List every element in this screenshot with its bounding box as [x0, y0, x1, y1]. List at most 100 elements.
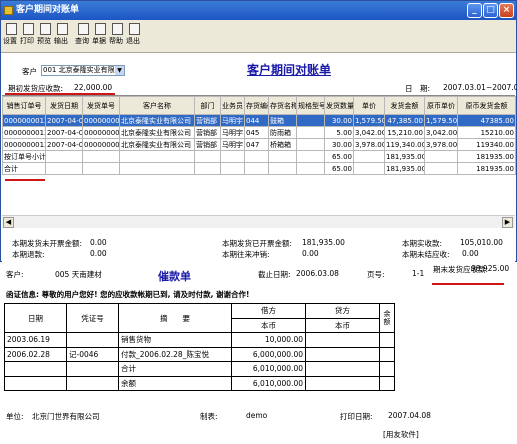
summary-value: 0.00: [302, 249, 319, 258]
cell: 0000000012: [2, 138, 46, 151]
help-button[interactable]: 帮助: [109, 22, 125, 51]
cell: [66, 332, 119, 348]
horizontal-scrollbar[interactable]: ◀ ▶: [2, 215, 515, 228]
cell: 5.00: [324, 126, 354, 139]
cell: 181,935.00: [384, 150, 425, 163]
query-button[interactable]: 查询: [75, 22, 91, 51]
table-row[interactable]: 0000000012 2007-04-05 0000000011 北京泰隆实业有…: [2, 114, 516, 127]
print-button[interactable]: 打印: [20, 22, 36, 51]
col-header[interactable]: 发货日期: [45, 96, 83, 115]
minimize-button[interactable]: _: [467, 3, 482, 18]
cell: 鼓箱: [268, 114, 297, 127]
data-grid[interactable]: 销售订单号 发货日期 发货单号 客户名称 部门 业务员 存货编码 存货名称 规格…: [2, 95, 516, 215]
col-header[interactable]: 单价: [353, 96, 385, 115]
col-header[interactable]: 发货单号: [82, 96, 120, 115]
cell: 营销部: [194, 126, 221, 139]
setup-button[interactable]: 设置: [3, 22, 19, 51]
cell: 0000000012: [2, 126, 46, 139]
export-button[interactable]: 输出: [54, 22, 70, 51]
close-button[interactable]: ×: [499, 3, 514, 18]
cell: 1,579.50: [353, 114, 385, 127]
cell: 047: [244, 138, 269, 151]
cell: [268, 162, 297, 175]
maker-label: 制表:: [200, 412, 218, 421]
paper-row: 2006.02.28 记-0046 付款_2006.02.28_陈宝悦 6,00…: [4, 346, 395, 362]
scroll-left-icon[interactable]: ◀: [3, 217, 14, 228]
col-header[interactable]: 存货编码: [244, 96, 269, 115]
cell: [379, 346, 395, 362]
cell: 3,978.00: [353, 138, 385, 151]
col-header[interactable]: 原币发货金额: [457, 96, 516, 115]
col-header[interactable]: 发货金额: [384, 96, 425, 115]
cell: [66, 375, 119, 391]
cell: 65.00: [324, 150, 354, 163]
date-range-value: 2007.03.01~2007.05.31: [443, 83, 517, 92]
red-underline-closing: [432, 283, 504, 285]
paper-customer-value: 005 天南建材: [55, 270, 102, 279]
cell: [379, 332, 395, 348]
cell: 营销部: [194, 138, 221, 151]
report-window: 客户期间对账单 _ □ × 设置 打印 预览 输出 查询 单据 帮助 退出 客户…: [0, 0, 517, 274]
help-icon: [111, 23, 123, 35]
maximize-button[interactable]: □: [483, 3, 498, 18]
subtotal-row[interactable]: 按订单号小计 65.00 181,935.00 181935.00: [2, 150, 516, 163]
summary-label: 本期实收款:: [402, 239, 443, 248]
summary-label: 本期发货未开票金额:: [12, 239, 83, 248]
cell: 合计: [118, 361, 232, 377]
report-header: 客户 001 北京泰隆实业有限公司 ▼ 客户期间对账单 期初发货应收款: 22,…: [2, 53, 517, 94]
closing-balance-value: 98,925.00: [471, 264, 510, 273]
maker-value: demo: [246, 411, 268, 420]
print-date-label: 打印日期:: [340, 412, 373, 421]
cell: 3,042.00: [353, 126, 385, 139]
voucher-button[interactable]: 单据: [92, 22, 108, 51]
cell: 0000000012: [2, 114, 46, 127]
col-header[interactable]: 部门: [194, 96, 221, 115]
preview-button[interactable]: 预览: [37, 22, 53, 51]
cell: 47,385.00: [384, 114, 425, 127]
summary-label: 本期退款:: [12, 250, 45, 259]
cell: 2006.02.28: [4, 346, 67, 362]
exit-button[interactable]: 退出: [126, 22, 142, 51]
cell: 6,000,000.00: [231, 346, 306, 362]
cell: 营销部: [194, 114, 221, 127]
customer-select[interactable]: 001 北京泰隆实业有限公司 ▼: [41, 65, 125, 76]
cell: 余额: [118, 375, 232, 391]
cell: 044: [244, 114, 269, 127]
cell: 马明宇: [220, 126, 245, 139]
toolbar: 设置 打印 预览 输出 查询 单据 帮助 退出: [1, 20, 516, 53]
cell: 记-0046: [66, 346, 119, 362]
paper-col-voucher: 凭证号: [66, 303, 119, 333]
table-row[interactable]: 0000000012 2007-04-05 0000000011 北京泰隆实业有…: [2, 126, 516, 139]
cell: [66, 361, 119, 377]
cell: 按订单号小计: [2, 150, 46, 163]
cell: 181935.00: [457, 150, 516, 163]
scroll-right-icon[interactable]: ▶: [502, 217, 513, 228]
col-header[interactable]: 销售订单号: [2, 96, 46, 115]
cell: [305, 332, 380, 348]
table-row[interactable]: 0000000012 2007-04-05 0000000011 北京泰隆实业有…: [2, 138, 516, 151]
preview-icon: [39, 23, 51, 35]
summary-value: 105,010.00: [460, 238, 503, 247]
col-header[interactable]: 存货名称: [268, 96, 297, 115]
letter-text: 函证信息: 尊敬的用户您好! 您的应收款帐期已到, 请及时付款, 谢谢合作!: [6, 290, 250, 299]
col-header[interactable]: 原币单价: [424, 96, 458, 115]
paper-debit-currency: 本币: [231, 317, 306, 333]
cell: 3,978.00: [424, 138, 458, 151]
summary-value: 0.00: [90, 238, 107, 247]
col-header[interactable]: 发货数量: [324, 96, 354, 115]
col-header[interactable]: 规格型号: [296, 96, 325, 115]
document-icon: [94, 23, 106, 35]
total-row[interactable]: 合计 65.00 181,935.00 181935.00: [2, 162, 516, 175]
cell: [379, 361, 395, 377]
cell: 桥箱箱: [268, 138, 297, 151]
col-header[interactable]: 客户名称: [119, 96, 195, 115]
cell: [305, 361, 380, 377]
date-label: 日 期:: [405, 84, 431, 93]
col-header[interactable]: 业务员: [220, 96, 245, 115]
cell: 47385.00: [457, 114, 516, 127]
report-title: 客户期间对账单: [247, 63, 332, 77]
cell: [4, 361, 67, 377]
exit-icon: [128, 23, 140, 35]
cell: [379, 375, 395, 391]
chevron-down-icon[interactable]: ▼: [115, 66, 124, 75]
